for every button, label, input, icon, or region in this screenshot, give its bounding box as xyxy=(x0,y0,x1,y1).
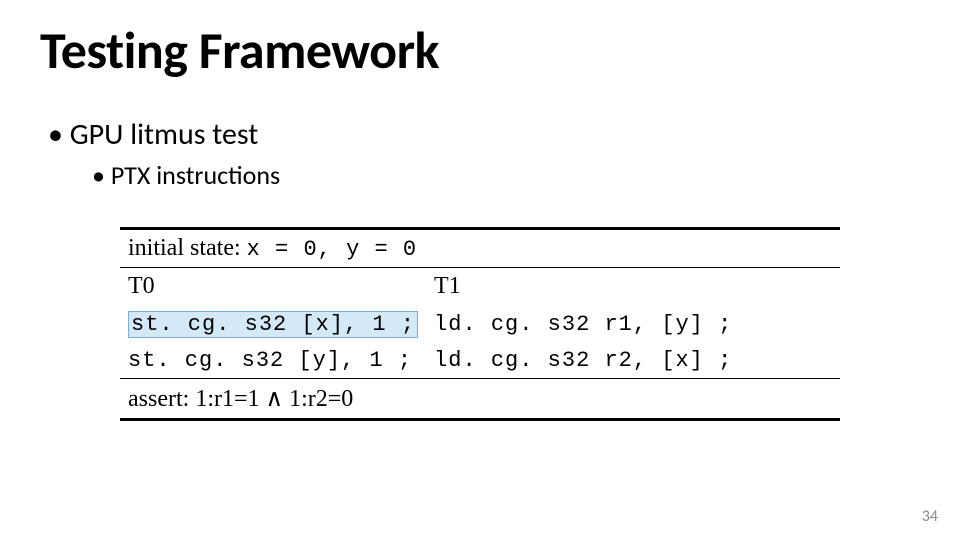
assert-label: assert: xyxy=(128,386,189,412)
assert-expr-b: 1:r2=0 xyxy=(289,386,353,412)
bullet-level1: GPU litmus test xyxy=(48,116,920,153)
page-number: 34 xyxy=(922,507,938,526)
initial-y: y = 0 xyxy=(346,237,417,262)
thread1-header: T1 xyxy=(426,268,840,305)
t0-line1: st. cg. s32 [x], 1 ; xyxy=(120,305,426,343)
thread0-header: T0 xyxy=(120,268,426,305)
slide-title: Testing Framework xyxy=(40,18,920,82)
assert-expr-a: 1:r1=1 xyxy=(195,386,259,412)
t1-line2: ld. cg. s32 r2, [x] ; xyxy=(426,343,840,379)
t1-line1: ld. cg. s32 r1, [y] ; xyxy=(426,305,840,343)
bullet-level2: PTX instructions xyxy=(92,159,920,191)
initial-label: initial state: xyxy=(128,235,241,261)
initial-x: x = 0, xyxy=(247,237,346,262)
t0-line1-code: st. cg. s32 [x], 1 ; xyxy=(128,311,418,338)
litmus-table: initial state: x = 0, y = 0 T0 T1 st. cg… xyxy=(120,227,840,421)
t0-line2: st. cg. s32 [y], 1 ; xyxy=(120,343,426,379)
assert-row: assert: 1:r1=1 ∧ 1:r2=0 xyxy=(120,379,840,420)
assert-and: ∧ xyxy=(260,386,290,412)
initial-state-row: initial state: x = 0, y = 0 xyxy=(120,230,840,268)
